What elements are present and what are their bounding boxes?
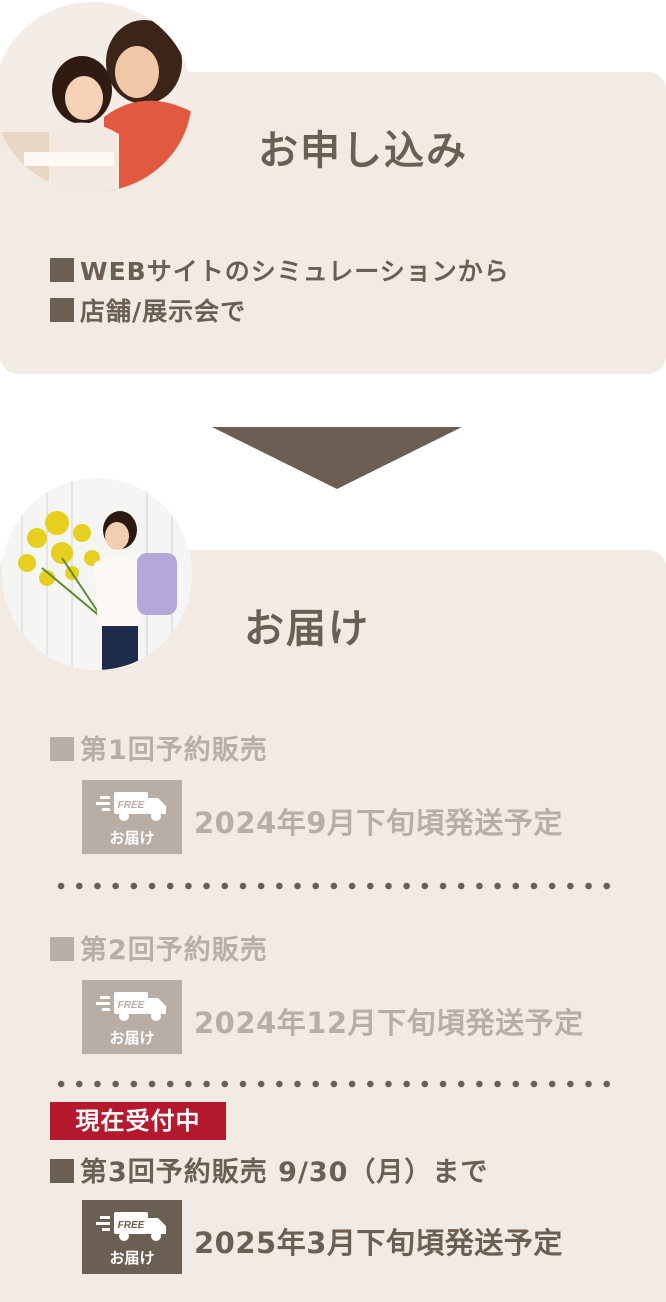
round-2-ship-date: 2024年12月下旬頃発送予定 — [194, 1006, 584, 1040]
bullet-square-icon — [50, 258, 74, 282]
bullet-square-icon — [50, 737, 74, 761]
mother-child-photo — [0, 2, 192, 192]
svg-text:FREE: FREE — [118, 1220, 145, 1231]
bullet-square-icon — [50, 937, 74, 961]
girl-with-randoseru-photo — [2, 478, 192, 670]
application-method-store: 店舗/展示会で — [50, 292, 246, 328]
application-method-web: WEBサイトのシミュレーションから — [50, 252, 510, 288]
delivery-title: お届け — [244, 606, 370, 652]
round-1-label: 第1回予約販売 — [50, 728, 268, 767]
svg-text:お届け: お届け — [109, 1249, 154, 1267]
dotted-divider — [52, 882, 616, 890]
svg-text:お届け: お届け — [109, 829, 154, 847]
application-title: お申し込み — [258, 128, 468, 174]
free-delivery-truck-icon: FREE お届け — [82, 780, 182, 854]
dotted-divider — [52, 1080, 616, 1088]
svg-text:FREE: FREE — [118, 800, 145, 811]
free-delivery-truck-icon: FREE お届け — [82, 1200, 182, 1274]
bullet-square-icon — [50, 1159, 74, 1183]
svg-text:FREE: FREE — [118, 1000, 145, 1011]
free-delivery-truck-icon: FREE お届け — [82, 980, 182, 1054]
round-3-label: 第3回予約販売 9/30（月）まで — [50, 1150, 488, 1189]
round-1-ship-date: 2024年9月下旬頃発送予定 — [194, 806, 563, 840]
svg-text:お届け: お届け — [109, 1029, 154, 1047]
round-3-ship-date: 2025年3月下旬頃発送予定 — [194, 1226, 563, 1260]
round-2-label: 第2回予約販売 — [50, 928, 268, 967]
bullet-square-icon — [50, 298, 74, 322]
now-accepting-badge: 現在受付中 — [50, 1102, 226, 1140]
down-arrow-icon — [212, 427, 462, 489]
